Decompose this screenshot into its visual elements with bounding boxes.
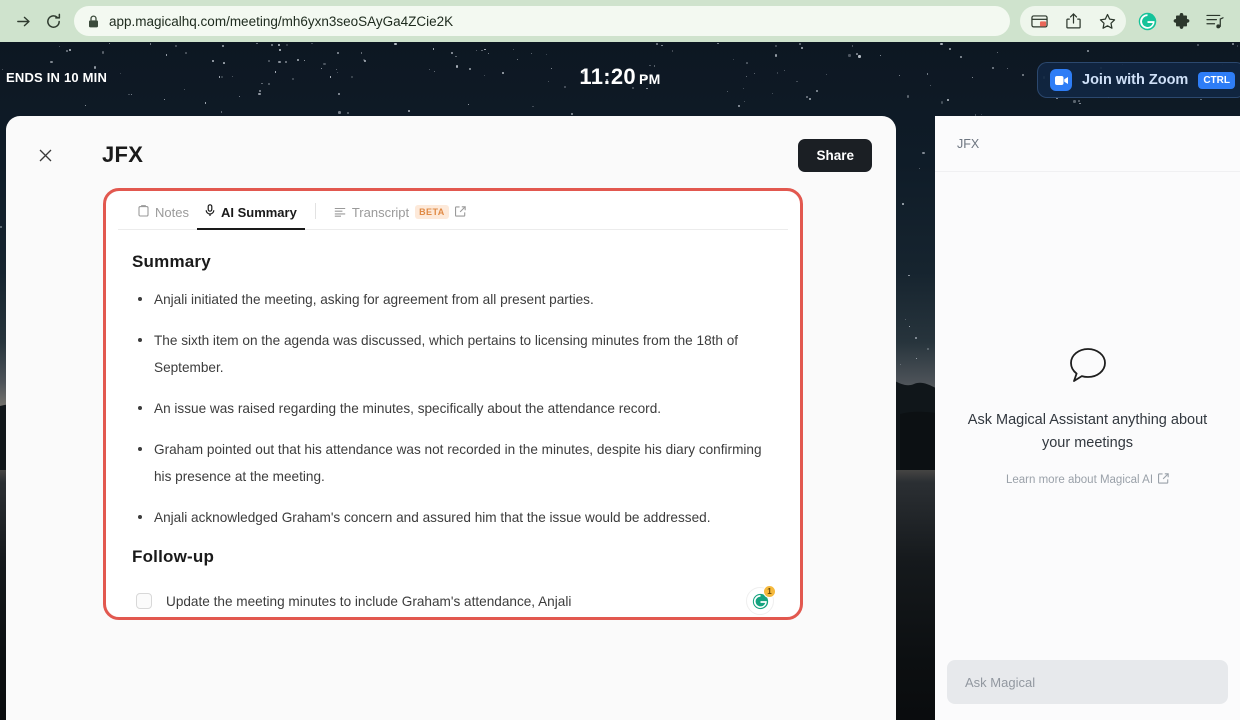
address-bar[interactable]: app.magicalhq.com/meeting/mh6yxn3seoSAyG… [74,6,1010,36]
screen: ENDS IN 10 MIN 11:20PM Join with Zoom CT… [0,0,1240,720]
reading-list-icon[interactable] [1200,6,1230,36]
clock-time: 11:20 [579,64,636,89]
tab-ai-summary[interactable]: AI Summary [197,199,305,229]
join-with-zoom-button[interactable]: Join with Zoom CTRL [1037,62,1240,98]
video-camera-icon [1050,69,1072,91]
ai-summary-card: Notes AI Summary Transcript BETA [106,191,800,617]
grammarly-extension-icon[interactable] [1132,6,1162,36]
list-item: The sixth item on the agenda was discuss… [132,327,774,381]
sidebar-footer: Ask Magical [935,660,1240,720]
url-text: app.magicalhq.com/meeting/mh6yxn3seoSAyG… [109,14,453,29]
task-checkbox[interactable] [136,593,152,609]
save-card-icon[interactable] [1024,6,1054,36]
share-button[interactable]: Share [798,139,872,172]
modal-header: JFX Share [6,116,896,194]
list-item: Anjali initiated the meeting, asking for… [132,286,774,313]
bookmark-star-icon[interactable] [1092,6,1122,36]
task-label: Update the meeting minutes to include Gr… [166,594,732,609]
clock-ampm: PM [639,71,661,87]
magical-assistant-sidebar: JFX Ask Magical Assistant anything about… [935,116,1240,720]
browser-toolbar: app.magicalhq.com/meeting/mh6yxn3seoSAyG… [0,0,1240,42]
beta-badge: BETA [415,205,448,219]
ask-magical-placeholder: Ask Magical [965,675,1035,690]
card-tabs: Notes AI Summary Transcript BETA [118,191,788,230]
tab-transcript[interactable]: Transcript BETA [326,200,474,229]
sidebar-empty-text: Ask Magical Assistant anything about you… [959,409,1216,455]
summary-heading: Summary [132,252,774,272]
grammarly-count-badge: 1 [763,585,776,598]
learn-more-label: Learn more about Magical AI [1006,474,1153,486]
followup-task-row: Update the meeting minutes to include Gr… [132,581,774,615]
tab-transcript-label: Transcript [352,205,409,220]
learn-more-link[interactable]: Learn more about Magical AI [1006,473,1169,487]
tab-divider [315,203,316,219]
reload-icon[interactable] [38,6,68,36]
close-icon[interactable] [32,142,58,168]
summary-bullet-list: Anjali initiated the meeting, asking for… [132,286,774,531]
tab-notes[interactable]: Notes [130,200,197,229]
sidebar-empty-state: Ask Magical Assistant anything about you… [935,172,1240,660]
external-link-icon [1158,473,1169,487]
chat-bubble-icon [1068,346,1108,389]
page-title: JFX [102,142,143,168]
sidebar-meeting-title: JFX [957,137,979,151]
join-shortcut-badge: CTRL [1198,72,1235,89]
grammarly-icon[interactable]: 1 [746,587,774,615]
card-body: Summary Anjali initiated the meeting, as… [106,230,800,615]
list-item: Anjali acknowledged Graham's concern and… [132,504,774,531]
microphone-icon [205,204,215,220]
clipboard-icon [138,205,149,220]
browser-icon-pill-left [1020,6,1126,36]
followup-heading: Follow-up [132,547,774,567]
forward-arrow-icon[interactable] [8,6,38,36]
lock-icon [88,15,99,28]
join-with-zoom-label: Join with Zoom [1082,72,1188,88]
transcript-lines-icon [334,205,346,220]
tab-ai-summary-label: AI Summary [221,205,297,220]
tab-notes-label: Notes [155,205,189,220]
list-item: An issue was raised regarding the minute… [132,395,774,422]
extensions-puzzle-icon[interactable] [1166,6,1196,36]
meeting-top-bar: ENDS IN 10 MIN 11:20PM Join with Zoom CT… [0,42,1240,112]
sidebar-header: JFX [935,116,1240,172]
browser-action-icons [1020,6,1232,36]
ask-magical-input[interactable]: Ask Magical [947,660,1228,704]
external-link-icon[interactable] [455,205,466,220]
list-item: Graham pointed out that his attendance w… [132,436,774,490]
share-icon[interactable] [1058,6,1088,36]
